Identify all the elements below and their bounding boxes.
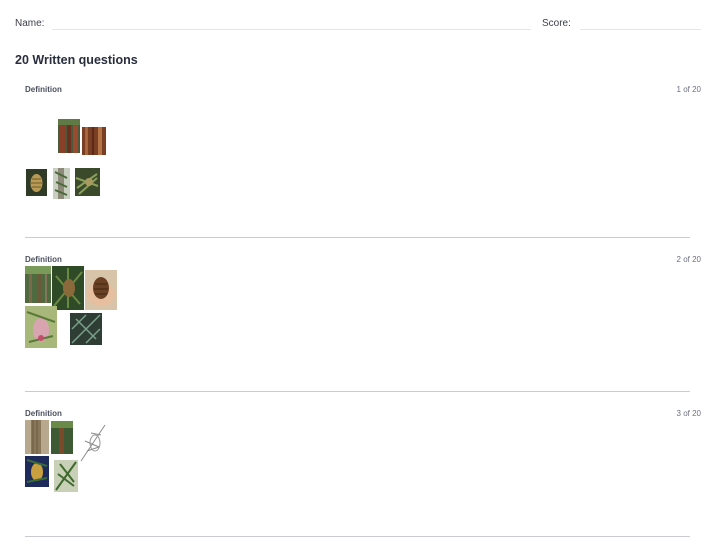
foliage-photo (75, 168, 100, 196)
question-divider (25, 237, 690, 238)
trunk-photo (25, 420, 49, 454)
forest-photo (25, 266, 51, 303)
foliage-trunk-photo (53, 168, 70, 199)
question-divider (25, 391, 690, 392)
forest-photo (51, 421, 73, 454)
name-label: Name: (15, 18, 45, 29)
question-counter: 1 of 20 (676, 85, 701, 94)
question-type-label: Definition (25, 409, 62, 418)
worksheet-page: Name: Score: 20 Written questions Defini… (0, 0, 714, 552)
redwood-trunk-photo (58, 119, 80, 153)
foliage-photo (54, 460, 78, 492)
cone-photo (26, 169, 47, 196)
botanical-sketch (77, 421, 109, 466)
name-field[interactable] (52, 29, 531, 30)
cone-branch-photo (52, 266, 84, 310)
question-type-label: Definition (25, 85, 62, 94)
redwood-bark-photo (82, 127, 106, 155)
pink-cone-photo (25, 306, 57, 348)
score-label: Score: (542, 18, 571, 29)
question-counter: 2 of 20 (676, 255, 701, 264)
question-divider (25, 536, 690, 537)
blue-cone-photo (25, 456, 49, 487)
question-type-label: Definition (25, 255, 62, 264)
section-title: 20 Written questions (15, 53, 138, 67)
score-field[interactable] (580, 29, 701, 30)
needles-photo (70, 313, 102, 345)
cone-in-hand-photo (85, 270, 117, 310)
question-counter: 3 of 20 (676, 409, 701, 418)
